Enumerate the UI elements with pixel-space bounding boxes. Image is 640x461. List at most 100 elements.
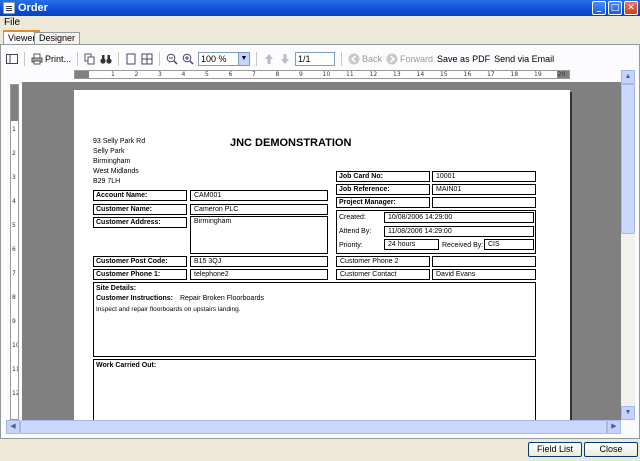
single-page-icon (126, 53, 136, 65)
phone2-value (432, 256, 536, 267)
toolbar-separator (77, 52, 79, 66)
maximize-button[interactable]: □ (608, 1, 622, 15)
page-number-input[interactable]: 1/1 (295, 52, 336, 66)
toolbar-separator (118, 52, 120, 66)
job-reference-label: Job Reference: (336, 184, 430, 195)
printer-icon (31, 53, 43, 65)
ruler-label: 3 (158, 71, 162, 78)
customer-name-label: Customer Name: (93, 204, 187, 215)
send-via-email-button[interactable]: Send via Email (494, 51, 554, 67)
menu-file[interactable]: File (4, 17, 20, 28)
ruler-label: 1 (12, 126, 16, 133)
next-page-button[interactable] (279, 51, 291, 67)
multi-page-button[interactable] (141, 51, 153, 67)
zoom-out-icon (166, 53, 178, 65)
ruler-label: 10 (12, 342, 19, 349)
ruler-label: 2 (12, 150, 16, 157)
minimize-button[interactable]: _ (592, 1, 606, 15)
zoom-in-icon (182, 53, 194, 65)
report-canvas[interactable]: 93 Selly Park Rd Selly Park Birmingham W… (22, 82, 621, 420)
customer-contact-label: Customer Contact (336, 269, 430, 280)
ruler-label: 13 (393, 71, 401, 78)
received-by-label: Received By: (442, 242, 484, 249)
ruler-label: 4 (12, 198, 16, 205)
forward-label: Forward (400, 54, 434, 64)
print-button[interactable]: Print... (31, 51, 71, 67)
window-title: Order (18, 2, 48, 14)
address-line: 93 Selly Park Rd (93, 138, 146, 145)
back-label: Back (362, 54, 383, 64)
ruler-label: 6 (12, 246, 16, 253)
job-reference-value: MAIN01 (432, 184, 536, 195)
address-line: B29 7LH (93, 178, 121, 185)
ruler-label: 9 (299, 71, 303, 78)
copy-icon (84, 53, 95, 65)
menu-bar: File (0, 16, 640, 30)
vertical-ruler: 1 2 3 4 5 6 7 8 9 10 11 12 (10, 84, 19, 420)
scroll-right-icon[interactable]: ▶ (607, 420, 621, 434)
ruler-label: 14 (416, 71, 425, 78)
ruler-label: 12 (369, 71, 378, 78)
close-button[interactable]: Close (584, 442, 638, 457)
app-icon (3, 2, 15, 14)
zoom-in-button[interactable] (182, 51, 194, 67)
tab-designer[interactable]: Designer (34, 32, 81, 44)
received-by-value: CIS (484, 239, 534, 250)
ruler-label: 7 (12, 270, 16, 277)
forward-icon (386, 53, 398, 65)
ruler-label: 3 (12, 174, 16, 181)
phone1-label: Customer Phone 1: (93, 269, 187, 280)
viewer-toolbar: Print... 100 % ▼ 1/1 Back Forward Save a… (6, 49, 634, 69)
scroll-left-icon[interactable]: ◀ (6, 420, 20, 434)
print-label: Print... (45, 54, 72, 64)
ruler-label: 9 (12, 318, 16, 325)
toolbar-separator (341, 52, 343, 66)
horizontal-scroll-thumb[interactable] (20, 420, 607, 434)
previous-page-button[interactable] (263, 51, 275, 67)
ruler-label: 5 (205, 71, 209, 78)
back-button[interactable]: Back (348, 51, 382, 67)
scroll-up-icon[interactable]: ▲ (621, 70, 635, 84)
ruler-label: 20 (557, 71, 566, 78)
multi-page-icon (141, 53, 153, 65)
post-code-value: B15 3QJ (190, 256, 328, 267)
ruler-label: 11 (12, 366, 19, 373)
ruler-label: 19 (534, 71, 542, 78)
job-card-label: Job Card No: (336, 171, 430, 182)
job-card-value: 10001 (432, 171, 536, 182)
chevron-down-icon[interactable]: ▼ (238, 53, 250, 65)
horizontal-ruler: 1 2 3 4 5 6 7 8 9 10 11 12 13 14 15 16 17 18 19 20 (74, 70, 570, 79)
instructions-detail: Inspect and repair floorboards on upstai… (96, 306, 241, 313)
arrow-down-icon (281, 54, 290, 64)
ruler-label: 4 (181, 71, 186, 78)
field-list-button[interactable]: Field List (528, 442, 582, 457)
bottom-button-bar: Field List Close (0, 439, 640, 461)
forward-button[interactable]: Forward (386, 51, 433, 67)
vertical-scroll-thumb[interactable] (621, 84, 635, 234)
scroll-down-icon[interactable]: ▼ (621, 406, 635, 420)
toolbar-separator (24, 52, 25, 66)
report-page: 93 Selly Park Rd Selly Park Birmingham W… (74, 90, 570, 420)
work-carried-out-label: Work Carried Out: (96, 362, 157, 369)
ruler-label: 5 (12, 222, 16, 229)
toolbar-separator (256, 52, 258, 66)
toggle-sidebar-button[interactable] (6, 51, 18, 67)
ruler-label: 11 (346, 71, 354, 78)
zoom-value: 100 % (201, 54, 227, 64)
ruler-margin-left (75, 71, 89, 78)
close-window-button[interactable]: ✕ (624, 1, 638, 15)
zoom-select[interactable]: 100 % ▼ (198, 52, 251, 66)
horizontal-scrollbar[interactable]: ◀ ▶ (6, 420, 621, 434)
zoom-out-button[interactable] (166, 51, 178, 67)
ruler-label: 7 (252, 71, 256, 78)
copy-button[interactable] (84, 51, 96, 67)
ruler-label: 17 (487, 71, 495, 78)
single-page-button[interactable] (125, 51, 137, 67)
save-as-pdf-button[interactable]: Save as PDF (437, 51, 490, 67)
sidebar-icon (6, 54, 18, 64)
created-label: Created: (339, 214, 366, 221)
find-button[interactable] (100, 51, 112, 67)
ruler-label: 16 (463, 71, 472, 78)
vertical-scrollbar[interactable]: ▲ ▼ (621, 70, 635, 420)
ruler-margin-top (11, 85, 18, 121)
